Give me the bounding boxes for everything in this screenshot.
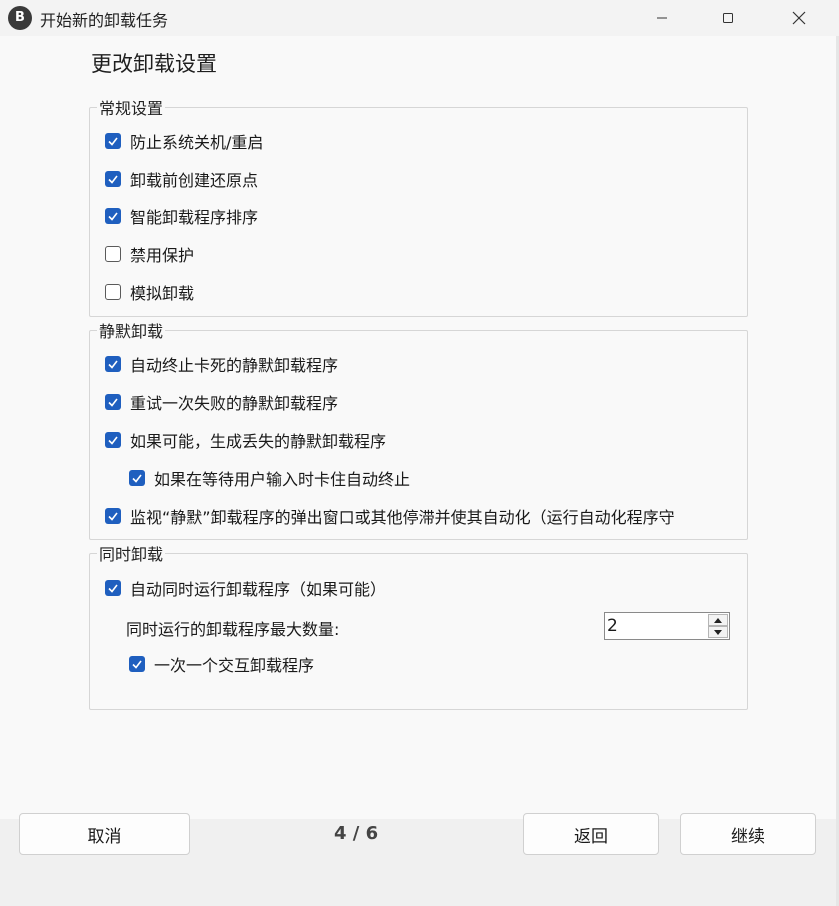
- checkbox-checked[interactable]: [105, 580, 121, 596]
- checkbox-checked[interactable]: [105, 508, 121, 524]
- group-general-legend: 常规设置: [99, 99, 164, 118]
- checkbox-checked[interactable]: [105, 432, 121, 448]
- option-label: 监视“静默”卸载程序的弹出窗口或其他停滞并使其自动化（运行自动化程序守: [130, 508, 675, 527]
- option-label: 一次一个交互卸载程序: [154, 656, 315, 675]
- option-simulate-uninstall[interactable]: 模拟卸载: [105, 280, 194, 304]
- option-prevent-shutdown[interactable]: 防止系统关机/重启: [105, 129, 263, 153]
- page-indicator: 4 / 6: [334, 823, 379, 844]
- option-disable-protection[interactable]: 禁用保护: [105, 242, 194, 266]
- cancel-button[interactable]: 取消: [19, 813, 190, 855]
- spin-down-button[interactable]: [708, 626, 728, 638]
- max-concurrent-spinbox[interactable]: 2: [604, 612, 730, 640]
- checkbox-checked[interactable]: [105, 208, 121, 224]
- arrow-down-icon: [714, 629, 722, 635]
- checkmark-icon: [108, 436, 118, 445]
- group-quiet-legend: 静默卸载: [99, 322, 164, 341]
- maximize-icon: [723, 13, 733, 23]
- option-label: 如果可能，生成丢失的静默卸载程序: [130, 432, 387, 451]
- option-retry-failed-quiet[interactable]: 重试一次失败的静默卸载程序: [105, 390, 338, 414]
- checkmark-icon: [108, 212, 118, 221]
- back-button[interactable]: 返回: [523, 813, 659, 855]
- option-generate-missing-quiet[interactable]: 如果可能，生成丢失的静默卸载程序: [105, 428, 386, 452]
- next-button[interactable]: 继续: [680, 813, 816, 855]
- group-concurrent-legend: 同时卸载: [99, 545, 164, 564]
- option-label: 如果在等待用户输入时卡住自动终止: [154, 470, 411, 489]
- app-logo-icon: B: [8, 6, 32, 30]
- title-bar: B 开始新的卸载任务: [0, 0, 839, 36]
- option-label: 自动同时运行卸载程序（如果可能）: [130, 580, 387, 599]
- page-title: 更改卸载设置: [91, 52, 217, 76]
- minimize-icon: [657, 17, 667, 19]
- close-icon: [792, 11, 806, 25]
- checkbox-checked[interactable]: [105, 356, 121, 372]
- checkmark-icon: [108, 175, 118, 184]
- minimize-button[interactable]: [639, 0, 685, 36]
- option-label: 禁用保护: [130, 246, 195, 265]
- checkbox-unchecked[interactable]: [105, 246, 121, 262]
- max-concurrent-value[interactable]: 2: [607, 616, 618, 636]
- checkbox-unchecked[interactable]: [105, 284, 121, 300]
- checkbox-checked[interactable]: [105, 171, 121, 187]
- option-label: 防止系统关机/重启: [130, 133, 264, 152]
- option-one-interactive[interactable]: 一次一个交互卸载程序: [129, 652, 314, 676]
- window-title: 开始新的卸载任务: [40, 11, 169, 30]
- option-label: 智能卸载程序排序: [130, 208, 259, 227]
- checkbox-checked[interactable]: [105, 394, 121, 410]
- option-label: 模拟卸载: [130, 284, 195, 303]
- option-create-restore-point[interactable]: 卸载前创建还原点: [105, 167, 258, 191]
- checkbox-checked[interactable]: [129, 470, 145, 486]
- option-smart-sort[interactable]: 智能卸载程序排序: [105, 204, 258, 228]
- checkmark-icon: [132, 660, 142, 669]
- option-label: 卸载前创建还原点: [130, 171, 259, 190]
- checkmark-icon: [108, 584, 118, 593]
- checkmark-icon: [132, 474, 142, 483]
- checkmark-icon: [108, 360, 118, 369]
- checkmark-icon: [108, 398, 118, 407]
- option-auto-kill-waiting-input[interactable]: 如果在等待用户输入时卡住自动终止: [129, 466, 410, 490]
- spin-up-button[interactable]: [708, 614, 728, 626]
- checkmark-icon: [108, 137, 118, 146]
- arrow-up-icon: [714, 617, 722, 623]
- option-label: 自动终止卡死的静默卸载程序: [130, 356, 339, 375]
- option-monitor-popups[interactable]: 监视“静默”卸载程序的弹出窗口或其他停滞并使其自动化（运行自动化程序守: [105, 504, 741, 528]
- checkbox-checked[interactable]: [129, 656, 145, 672]
- spin-buttons: [708, 614, 728, 638]
- maximize-button[interactable]: [705, 0, 751, 36]
- close-button[interactable]: [776, 0, 822, 36]
- checkmark-icon: [108, 512, 118, 521]
- option-auto-concurrent[interactable]: 自动同时运行卸载程序（如果可能）: [105, 576, 386, 600]
- option-label: 重试一次失败的静默卸载程序: [130, 394, 339, 413]
- max-concurrent-text: 同时运行的卸载程序最大数量:: [126, 620, 340, 639]
- option-kill-stuck-quiet[interactable]: 自动终止卡死的静默卸载程序: [105, 352, 338, 376]
- max-concurrent-label: 同时运行的卸载程序最大数量:: [126, 616, 339, 640]
- checkbox-checked[interactable]: [105, 133, 121, 149]
